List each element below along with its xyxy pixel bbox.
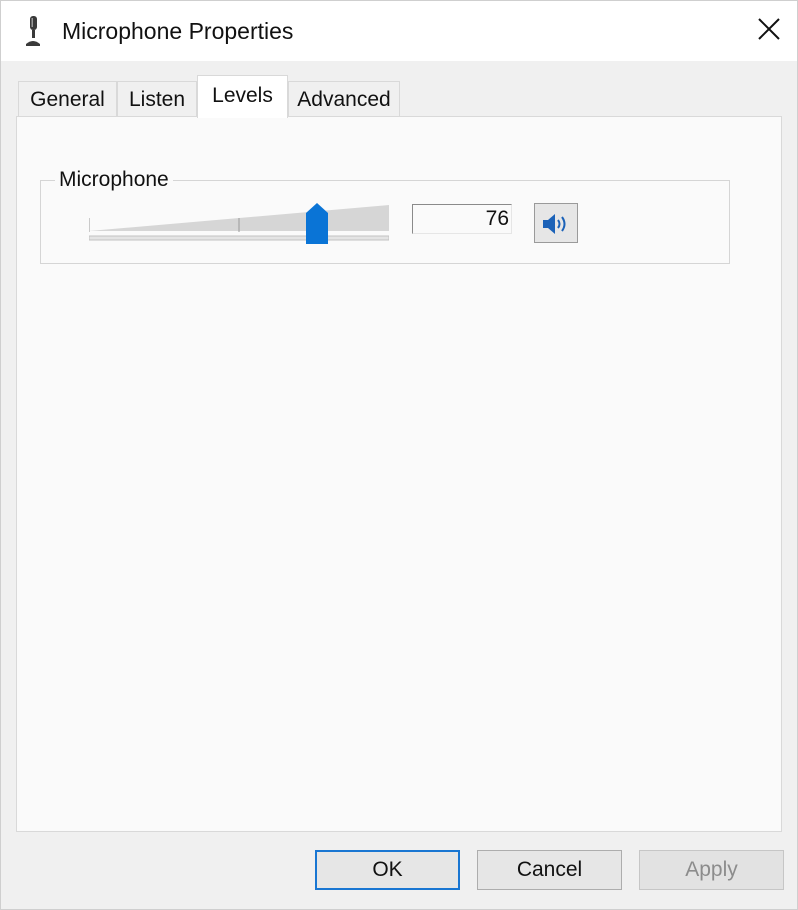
- speaker-volume-icon: [543, 214, 566, 234]
- tab-advanced[interactable]: Advanced: [288, 81, 400, 117]
- close-button[interactable]: [741, 1, 797, 59]
- levels-panel: Microphone 76: [16, 116, 782, 832]
- window-title: Microphone Properties: [62, 18, 294, 44]
- mute-toggle-button[interactable]: [534, 203, 578, 243]
- tab-levels[interactable]: Levels: [197, 75, 288, 118]
- cancel-button[interactable]: Cancel: [477, 850, 622, 890]
- slider-thumb[interactable]: [306, 203, 328, 244]
- tab-listen[interactable]: Listen: [117, 81, 197, 117]
- microphone-level-slider[interactable]: [89, 199, 389, 247]
- microphone-icon: [23, 14, 43, 48]
- apply-button[interactable]: Apply: [639, 850, 784, 890]
- microphone-group-label: Microphone: [55, 167, 173, 193]
- microphone-properties-dialog: Microphone Properties General Listen Lev…: [0, 0, 798, 910]
- slider-track: [89, 235, 389, 241]
- title-bar: Microphone Properties: [1, 1, 797, 61]
- level-value-field[interactable]: 76: [412, 204, 512, 234]
- tab-general[interactable]: General: [18, 81, 117, 117]
- ok-button[interactable]: OK: [315, 850, 460, 890]
- microphone-group: Microphone 76: [40, 167, 730, 264]
- close-icon: [758, 18, 780, 40]
